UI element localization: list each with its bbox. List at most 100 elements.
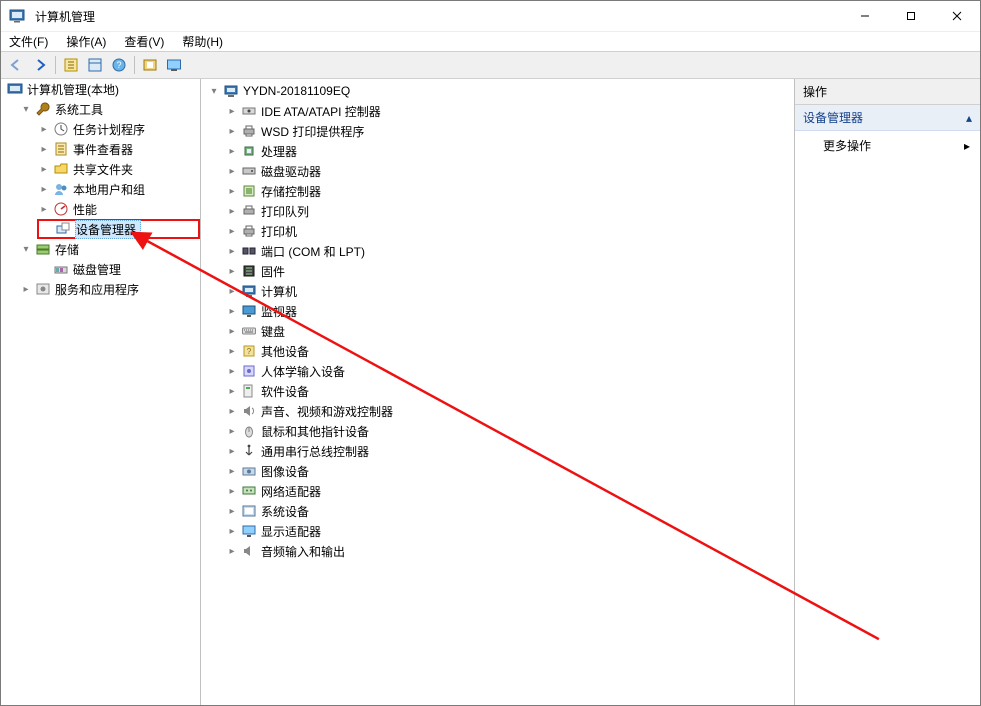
device-category[interactable]: 人体学输入设备 (225, 361, 794, 381)
expand-icon[interactable] (37, 142, 51, 156)
device-category[interactable]: 存储控制器 (225, 181, 794, 201)
device-category-label: 打印机 (261, 223, 297, 240)
device-category[interactable]: 图像设备 (225, 461, 794, 481)
tree-services-apps[interactable]: 服务和应用程序 (19, 279, 200, 299)
submenu-caret-icon (964, 139, 970, 153)
expand-icon[interactable] (19, 102, 33, 116)
device-category[interactable]: 系统设备 (225, 501, 794, 521)
menu-view[interactable]: 查看(V) (120, 31, 168, 52)
expand-icon[interactable] (225, 444, 239, 458)
menu-action[interactable]: 操作(A) (62, 31, 110, 52)
expand-icon[interactable] (225, 264, 239, 278)
device-category-label: 计算机 (261, 283, 297, 300)
computer-icon (223, 83, 239, 99)
expand-icon[interactable] (225, 504, 239, 518)
menu-file[interactable]: 文件(F) (5, 31, 52, 52)
tree-shared-folders[interactable]: 共享文件夹 (37, 159, 200, 179)
expand-icon[interactable] (225, 344, 239, 358)
menu-help[interactable]: 帮助(H) (178, 31, 227, 52)
tree-performance[interactable]: 性能 (37, 199, 200, 219)
window-title: 计算机管理 (35, 8, 95, 25)
tree-local-users[interactable]: 本地用户和组 (37, 179, 200, 199)
device-category[interactable]: 固件 (225, 261, 794, 281)
expand-icon[interactable] (225, 364, 239, 378)
device-category[interactable]: 监视器 (225, 301, 794, 321)
device-category[interactable]: 软件设备 (225, 381, 794, 401)
expand-icon[interactable] (225, 164, 239, 178)
expand-icon[interactable] (225, 204, 239, 218)
expand-icon[interactable] (207, 84, 221, 98)
expand-icon[interactable] (225, 524, 239, 538)
device-category-label: 人体学输入设备 (261, 363, 345, 380)
expand-icon[interactable] (225, 104, 239, 118)
device-category[interactable]: 音频输入和输出 (225, 541, 794, 561)
device-category[interactable]: 端口 (COM 和 LPT) (225, 241, 794, 261)
tree-label: 性能 (73, 201, 97, 218)
expand-icon[interactable] (225, 144, 239, 158)
tree-disk-mgmt[interactable]: 磁盘管理 (37, 259, 200, 279)
device-tree-root[interactable]: YYDN-20181109EQ (207, 81, 794, 101)
expand-icon[interactable] (225, 124, 239, 138)
tree-storage[interactable]: 存储 (19, 239, 200, 259)
device-category[interactable]: 键盘 (225, 321, 794, 341)
more-actions-item[interactable]: 更多操作 (795, 131, 980, 160)
expand-icon[interactable] (225, 464, 239, 478)
device-category-label: 处理器 (261, 143, 297, 160)
device-category[interactable]: 计算机 (225, 281, 794, 301)
close-button[interactable] (934, 1, 980, 31)
device-category-label: 鼠标和其他指针设备 (261, 423, 369, 440)
tree-event-viewer[interactable]: 事件查看器 (37, 139, 200, 159)
port-icon (241, 243, 257, 259)
console-tree[interactable]: 计算机管理(本地) 系统工具 (1, 79, 200, 299)
actions-subheader[interactable]: 设备管理器 (795, 105, 980, 131)
expand-icon[interactable] (37, 182, 51, 196)
device-category[interactable]: WSD 打印提供程序 (225, 121, 794, 141)
device-tree[interactable]: YYDN-20181109EQ IDE ATA/ATAPI 控制器WSD 打印提… (201, 79, 794, 561)
nav-back-button[interactable] (5, 54, 27, 76)
tree-system-tools[interactable]: 系统工具 (19, 99, 200, 119)
expand-icon[interactable] (225, 404, 239, 418)
minimize-button[interactable] (842, 1, 888, 31)
device-category[interactable]: 声音、视频和游戏控制器 (225, 401, 794, 421)
expand-icon[interactable] (225, 304, 239, 318)
printer-icon (241, 223, 257, 239)
camera-icon (241, 463, 257, 479)
tree-device-manager[interactable]: 设备管理器 (37, 219, 200, 239)
expand-icon[interactable] (225, 424, 239, 438)
expand-icon[interactable] (225, 244, 239, 258)
expand-icon[interactable] (37, 202, 51, 216)
device-category[interactable]: 显示适配器 (225, 521, 794, 541)
properties-button[interactable] (84, 54, 106, 76)
expand-icon[interactable] (225, 384, 239, 398)
device-category[interactable]: 鼠标和其他指针设备 (225, 421, 794, 441)
maximize-button[interactable] (888, 1, 934, 31)
show-hide-tree-button[interactable] (60, 54, 82, 76)
expand-icon[interactable] (37, 162, 51, 176)
expand-icon[interactable] (225, 484, 239, 498)
expand-icon[interactable] (225, 284, 239, 298)
device-category[interactable]: 磁盘驱动器 (225, 161, 794, 181)
expand-icon[interactable] (19, 242, 33, 256)
device-category[interactable]: 网络适配器 (225, 481, 794, 501)
printqueue-icon (241, 203, 257, 219)
device-category[interactable]: 打印队列 (225, 201, 794, 221)
collapse-caret-icon (966, 111, 972, 125)
expand-icon[interactable] (225, 224, 239, 238)
device-category-label: 固件 (261, 263, 285, 280)
device-category[interactable]: IDE ATA/ATAPI 控制器 (225, 101, 794, 121)
help-button[interactable]: ? (108, 54, 130, 76)
toolbar-view1-button[interactable] (139, 54, 161, 76)
device-category[interactable]: 通用串行总线控制器 (225, 441, 794, 461)
device-category[interactable]: 打印机 (225, 221, 794, 241)
expand-icon[interactable] (37, 122, 51, 136)
device-category[interactable]: ?其他设备 (225, 341, 794, 361)
tree-root[interactable]: 计算机管理(本地) (1, 79, 200, 99)
tree-task-scheduler[interactable]: 任务计划程序 (37, 119, 200, 139)
expand-icon[interactable] (225, 544, 239, 558)
expand-icon[interactable] (225, 184, 239, 198)
nav-forward-button[interactable] (29, 54, 51, 76)
expand-icon[interactable] (225, 324, 239, 338)
toolbar-view2-button[interactable] (163, 54, 185, 76)
expand-icon[interactable] (19, 282, 33, 296)
device-category[interactable]: 处理器 (225, 141, 794, 161)
